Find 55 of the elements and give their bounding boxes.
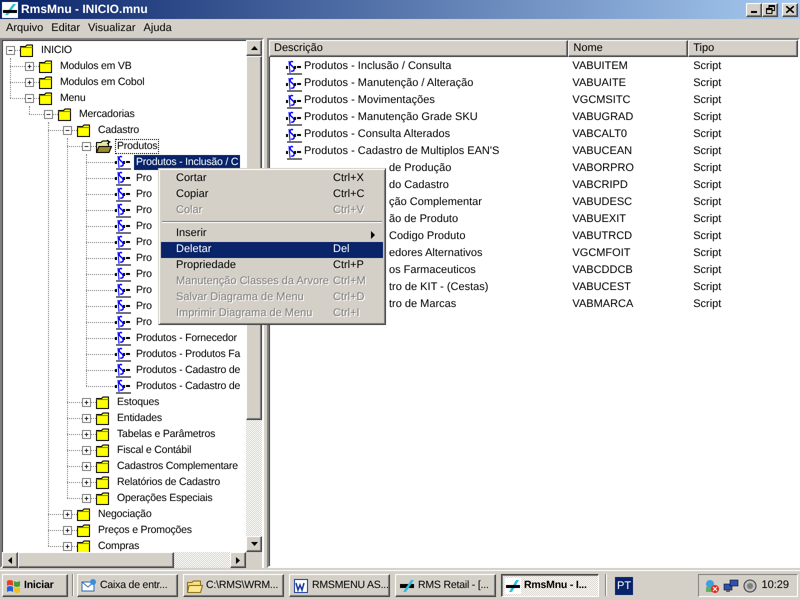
shortcut-label: Ctrl+V: [333, 204, 364, 218]
table-cell: Script: [693, 94, 722, 106]
table-cell: VABCRIPD: [572, 178, 628, 191]
table-cell: Script: [693, 280, 722, 293]
table-cell: VGCMFOIT: [572, 246, 630, 259]
table-cell: VABUEXIT: [572, 212, 626, 225]
table-cell: Codigo Produto: [389, 230, 466, 244]
table-cell: VABUTRCD: [572, 230, 632, 242]
shortcut-label: Del: [333, 243, 350, 257]
window-title: RmsMnu - INICIO.mnu: [21, 2, 148, 17]
table-cell: Script: [693, 162, 722, 174]
table-cell: Script: [693, 212, 722, 225]
shortcut-label: Ctrl+D: [333, 291, 364, 305]
table-cell: VABUGRAD: [572, 110, 634, 123]
table-cell: Produtos - Manutenção / Alteração: [304, 76, 474, 90]
table-cell: Script: [693, 60, 722, 72]
table-cell: ão de Produto: [389, 212, 458, 226]
table-cell: Script: [693, 144, 722, 157]
table-cell: Produtos - Movimentações: [304, 94, 435, 108]
shortcut-label: Ctrl+M: [333, 275, 366, 289]
table-cell: Script: [693, 246, 722, 259]
table-cell: Script: [693, 298, 722, 310]
table-cell: do Cadastro: [389, 178, 449, 192]
table-cell: Script: [693, 196, 722, 208]
table-cell: VABCDDCB: [572, 264, 633, 276]
table-cell: VABORPRO: [572, 162, 634, 174]
table-cell: Script: [693, 76, 722, 89]
shortcut-label: Ctrl+I: [333, 307, 360, 321]
table-cell: Script: [693, 110, 722, 123]
table-cell: Produtos - Manutenção Grade SKU: [304, 110, 478, 124]
table-cell: edores Alternativos: [389, 246, 483, 260]
table-cell: Script: [693, 230, 722, 242]
table-cell: Script: [693, 178, 722, 191]
clock: 10:29: [761, 578, 789, 592]
table-cell: Script: [693, 128, 722, 140]
table-cell: ção Complementar: [389, 196, 482, 210]
table-cell: Produtos - Consulta Alterados: [304, 128, 450, 142]
table-cell: VABUDESC: [572, 196, 632, 208]
table-cell: VABUCEAN: [572, 144, 632, 157]
table-cell: tro de KIT - (Cestas): [389, 280, 488, 294]
table-cell: de Produção: [389, 162, 452, 176]
table-cell: tro de Marcas: [389, 298, 456, 312]
table-cell: os Farmaceuticos: [389, 264, 476, 278]
table-cell: VABMARCA: [572, 298, 634, 310]
table-cell: VABUAITE: [572, 76, 626, 89]
table-cell: Script: [693, 264, 722, 276]
table-cell: VGCMSITC: [572, 94, 630, 106]
table-cell: VABCALT0: [572, 128, 628, 140]
shortcut-label: Ctrl+P: [333, 259, 364, 273]
shortcut-label: Ctrl+C: [333, 188, 364, 202]
shortcut-label: Ctrl+X: [333, 172, 364, 186]
table-cell: VABUITEM: [572, 60, 628, 72]
table-cell: Produtos - Cadastro de Multiplos EAN'S: [304, 144, 500, 158]
table-cell: Produtos - Inclusão / Consulta: [304, 60, 452, 74]
table-cell: VABUCEST: [572, 280, 631, 293]
